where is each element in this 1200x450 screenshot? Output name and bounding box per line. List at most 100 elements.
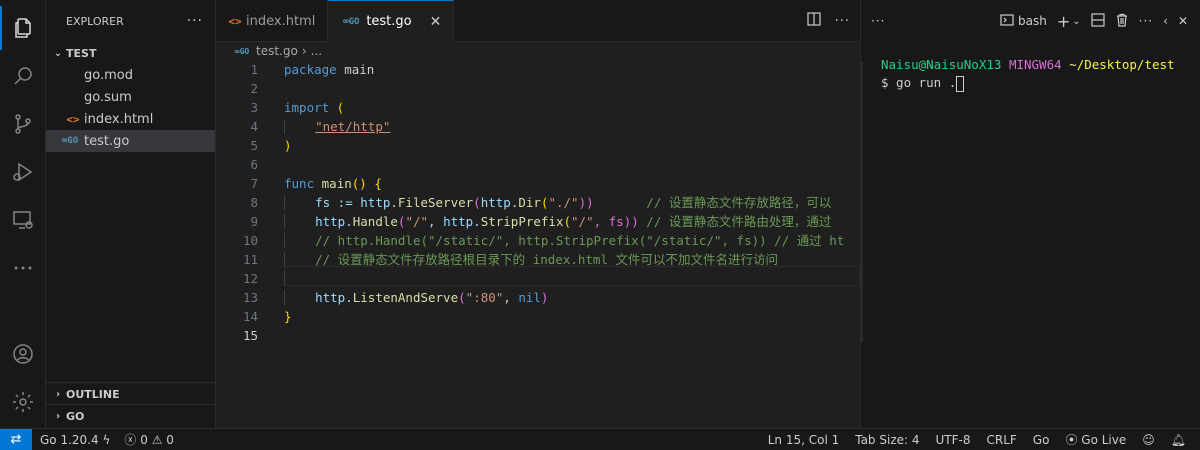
code-token: ) [540,290,549,305]
notifications-bell-icon[interactable]: 🔔︎ [1171,433,1186,447]
account-icon[interactable] [0,332,46,376]
go-file-icon: ∞GO [343,16,360,27]
file-label: go.mod [84,67,133,83]
code-token: http. [315,290,353,305]
code-token: import [284,100,330,115]
language-mode[interactable]: Go [1033,433,1050,447]
terminal-command: $ go run . [881,75,957,90]
code-token: StripPrefix [480,214,564,229]
explorer-sidebar: EXPLORER ··· ⌄ TEST go.mod go.sum <> ind… [46,0,216,428]
remote-indicator-icon[interactable]: ⇄ [0,428,32,450]
close-panel-icon[interactable]: ✕ [1178,14,1188,28]
terminal-icon [1000,13,1014,30]
code-line: 13 http.ListenAndServe(":80", nil) [216,288,860,307]
new-terminal-icon[interactable]: + [1057,12,1070,31]
activity-bar [0,0,46,428]
chevron-right-icon: › [55,410,61,422]
code-token: Handle [352,214,398,229]
code-line: 10 // http.Handle("/static/", http.Strip… [216,231,860,250]
terminal-header: ··· bash + ⌄ ··· ‹ ✕ [861,0,1200,42]
terminal-user: Naisu@NaisuNoX13 [881,57,1002,72]
line-number: 12 [242,271,258,286]
code-line: 15 [216,326,860,345]
line-number: 3 [250,100,258,115]
code-token: ( [473,195,481,210]
go-section[interactable]: › GO [46,404,216,427]
terminal-scrollbar[interactable] [861,62,863,342]
code-token: "/" [405,214,429,229]
line-number: 4 [250,119,258,134]
tab-test-go[interactable]: ∞GO test.go ✕ [328,0,455,42]
breadcrumb-more[interactable]: ... [311,44,322,58]
tab-index-html[interactable]: <> index.html [216,0,329,42]
file-go-mod[interactable]: go.mod [46,64,215,86]
code-token: http [480,195,511,210]
code-token: , [503,290,519,305]
code-token: () { [351,176,382,191]
cursor-position[interactable]: Ln 15, Col 1 [768,433,840,447]
terminal-cursor [956,75,965,92]
code-token: ":80" [465,290,504,305]
code-line: 4 "net/http" [216,117,860,136]
encoding[interactable]: UTF-8 [936,433,971,447]
more-actions-icon[interactable]: ··· [835,14,850,29]
file-label: test.go [84,133,130,149]
go-version-status[interactable]: Go 1.20.4 ϟ [40,433,110,447]
go-live-button[interactable]: ⦿ Go Live [1065,431,1126,448]
code-token: ( [329,100,345,115]
code-line: 8 fs := http.FileServer(http.Dir("./")) … [216,193,860,212]
run-debug-icon[interactable] [0,150,46,194]
code-token: , fs)) [593,214,647,229]
explorer-more-icon[interactable]: ··· [187,13,203,29]
code-token: )) [578,195,647,210]
terminal-shell-tab[interactable]: bash [1000,13,1047,30]
tab-size[interactable]: Tab Size: 4 [855,433,919,447]
feedback-icon[interactable]: ☺ [1142,433,1155,447]
outline-section[interactable]: › OUTLINE [46,382,216,405]
code-token: main [321,176,352,191]
code-line: 12 [216,269,860,288]
code-token: ) [284,138,292,153]
html-file-icon: <> [66,112,80,126]
code-comment: // 设置静态文件路由处理，通过 [646,214,832,229]
chevron-left-icon[interactable]: ‹ [1163,14,1168,28]
remote-explorer-icon[interactable] [0,198,46,242]
explorer-icon[interactable] [0,6,46,50]
explorer-header: EXPLORER ··· [46,0,215,42]
go-live-label: Go Live [1081,433,1127,447]
line-number: 9 [250,214,258,229]
terminal-more-icon[interactable]: ··· [871,14,885,28]
chevron-down-icon[interactable]: ⌄ [1072,16,1080,27]
lightning-icon: ϟ [102,432,111,447]
code-line: 11 // 设置静态文件存放路径根目录下的 index.html 文件可以不加文… [216,250,860,269]
broadcast-icon: ⦿ [1065,433,1078,447]
problems-status[interactable]: ⓧ 0 ⚠ 0 [124,431,174,448]
file-go-sum[interactable]: go.sum [46,86,215,108]
line-ending[interactable]: CRLF [986,433,1016,447]
trash-icon[interactable] [1115,13,1129,30]
code-line: 7 func main() { [216,174,860,193]
terminal-output[interactable]: Naisu@NaisuNoX13 MINGW64 ~/Desktop/test … [861,42,1200,92]
folder-test[interactable]: ⌄ TEST [46,42,215,64]
error-icon: ⓧ [124,433,137,447]
search-icon[interactable] [0,54,46,98]
breadcrumb-file[interactable]: test.go [256,44,298,58]
html-file-icon: <> [228,14,242,28]
tab-label: test.go [366,14,412,29]
source-control-icon[interactable] [0,102,46,146]
file-test-go[interactable]: ∞GO test.go [46,130,215,152]
split-editor-icon[interactable] [806,12,821,30]
split-terminal-icon[interactable] [1091,12,1105,30]
line-number: 11 [242,252,258,267]
error-count: 0 [140,433,148,447]
more-icon[interactable] [0,246,46,290]
code-token: . [390,195,398,210]
code-editor[interactable]: 1 package main 2 3 import ( 4 "net/http" 5… [216,60,860,360]
close-icon[interactable]: ✕ [430,14,442,30]
line-number: 10 [242,233,258,248]
chevron-right-icon: › [55,388,61,400]
more-actions-icon[interactable]: ··· [1139,14,1153,28]
file-index-html[interactable]: <> index.html [46,108,215,130]
editor-tabs: <> index.html ∞GO test.go ✕ ··· [216,0,860,42]
settings-gear-icon[interactable] [0,380,46,424]
